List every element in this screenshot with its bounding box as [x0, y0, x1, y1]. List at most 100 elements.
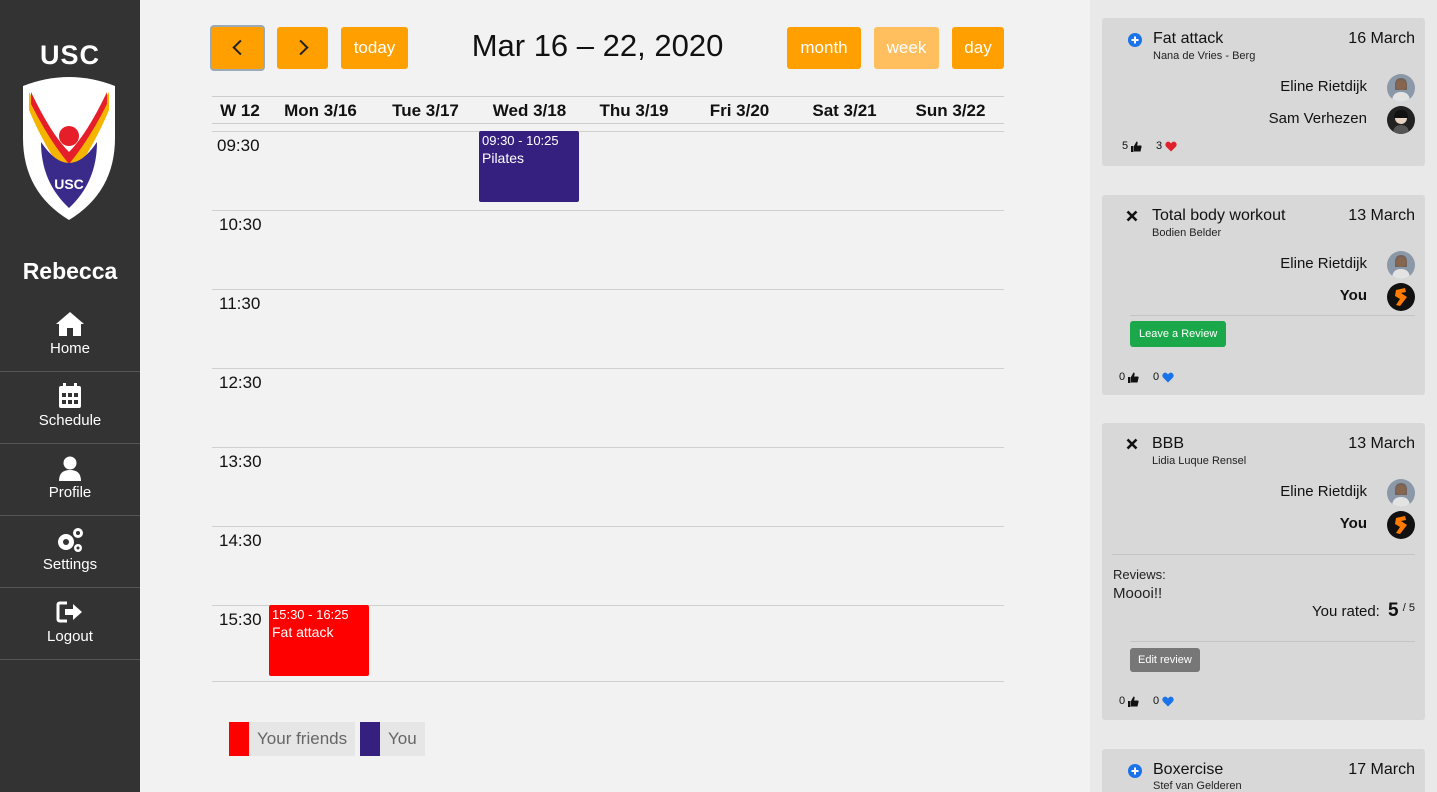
usc-logo: USC — [23, 77, 115, 220]
class-title: Fat attack — [1153, 30, 1224, 47]
feed-card: BBB Lidia Luque Rensel 13 March Eline Ri… — [1102, 423, 1425, 720]
day-header: Thu 3/19 — [599, 101, 669, 120]
week-view-button[interactable]: week — [874, 27, 939, 69]
avatar — [1387, 106, 1415, 134]
close-icon[interactable] — [1126, 210, 1138, 222]
month-view-button[interactable]: month — [787, 27, 861, 69]
like-count-value: 0 — [1119, 695, 1126, 707]
rating-max: / 5 — [1402, 602, 1415, 614]
time-label: 09:30 — [217, 136, 260, 155]
calendar-event-fat-attack[interactable]: 15:30 - 16:25 Fat attack — [269, 605, 369, 676]
close-icon[interactable] — [1126, 438, 1138, 450]
heart-count-value: 3 — [1156, 140, 1163, 152]
participant-name: Eline Rietdijk — [1280, 78, 1367, 95]
plus-circle-icon[interactable] — [1128, 33, 1142, 47]
reviews-label: Reviews: — [1113, 567, 1166, 582]
legend-label-friends: Your friends — [249, 722, 356, 756]
time-label: 13:30 — [219, 452, 262, 471]
class-title: Boxercise — [1153, 761, 1224, 778]
chevron-left-icon — [231, 39, 248, 56]
thumbs-up-icon[interactable] — [1128, 696, 1139, 707]
heart-icon[interactable] — [1165, 141, 1177, 152]
avatar — [1387, 511, 1415, 539]
home-icon — [56, 312, 84, 336]
next-week-button[interactable] — [277, 27, 328, 69]
like-count-value: 5 — [1122, 140, 1129, 152]
day-view-button[interactable]: day — [952, 27, 1004, 69]
logo-text: USC — [54, 176, 84, 192]
heart-count: 0 — [1153, 695, 1174, 707]
like-count-value: 0 — [1119, 371, 1126, 383]
participant-name: Eline Rietdijk — [1280, 255, 1367, 272]
participant-name: You — [1339, 287, 1367, 304]
brand-title: USC — [39, 40, 100, 70]
prev-week-button[interactable] — [210, 25, 265, 71]
thumbs-up-icon[interactable] — [1128, 372, 1139, 383]
class-date: 13 March — [1348, 435, 1415, 452]
grid-line — [212, 447, 1004, 448]
today-button[interactable]: today — [341, 27, 408, 69]
edit-review-button[interactable]: Edit review — [1130, 648, 1200, 672]
avatar — [1387, 251, 1415, 279]
calendar-icon — [59, 383, 81, 408]
week-number: W 12 — [220, 101, 260, 120]
event-time: 15:30 - 16:25 — [272, 607, 349, 622]
plus-circle-icon[interactable] — [1128, 764, 1142, 778]
participant-name: You — [1339, 515, 1367, 532]
feed-card: Fat attack Nana de Vries - Berg 16 March… — [1102, 18, 1425, 166]
sidebar: USC USC Rebecca Home Schedule Profile Se… — [0, 0, 140, 792]
nav-logout[interactable]: Logout — [0, 588, 140, 660]
time-label: 12:30 — [219, 373, 262, 392]
thumbs-up-icon[interactable] — [1131, 141, 1142, 152]
class-date: 17 March — [1348, 761, 1415, 778]
feed-card: Boxercise Stef van Gelderen 17 March — [1102, 749, 1425, 792]
grid-line — [212, 368, 1004, 369]
like-count: 5 — [1122, 140, 1142, 152]
heart-count: 0 — [1153, 371, 1174, 383]
divider — [1130, 641, 1415, 642]
instructor-name: Nana de Vries - Berg — [1153, 50, 1256, 62]
leave-review-button[interactable]: Leave a Review — [1130, 321, 1227, 347]
nav-profile[interactable]: Profile — [0, 444, 140, 516]
rating-value: 5 — [1388, 600, 1399, 621]
instructor-name: Stef van Gelderen — [1153, 780, 1242, 792]
day-header: Sun 3/22 — [915, 101, 986, 120]
day-header: Wed 3/18 — [492, 101, 567, 120]
heart-icon[interactable] — [1162, 372, 1174, 383]
like-count: 0 — [1119, 695, 1139, 707]
divider — [1112, 554, 1415, 555]
instructor-name: Lidia Luque Rensel — [1152, 455, 1247, 467]
instructor-name: Bodien Belder — [1152, 227, 1222, 239]
day-header: Tue 3/17 — [392, 101, 459, 120]
legend-swatch-friends — [229, 722, 249, 756]
heart-count-value: 0 — [1153, 371, 1160, 383]
nav-settings[interactable]: Settings — [0, 516, 140, 588]
like-count: 0 — [1119, 371, 1139, 383]
grid-line — [212, 681, 1004, 682]
nav-profile-label: Profile — [48, 484, 92, 501]
participant-name: Eline Rietdijk — [1280, 483, 1367, 500]
class-title: Total body workout — [1152, 207, 1286, 224]
day-header: Sat 3/21 — [812, 101, 877, 120]
nav-home[interactable]: Home — [0, 300, 140, 372]
heart-icon[interactable] — [1162, 696, 1174, 707]
avatar — [1387, 479, 1415, 507]
event-time: 09:30 - 10:25 — [482, 133, 559, 148]
chevron-right-icon — [292, 39, 309, 56]
time-label: 14:30 — [219, 531, 262, 550]
legend-label-you: You — [380, 722, 425, 756]
avatar — [1387, 283, 1415, 311]
gears-icon — [58, 528, 83, 552]
heart-count-value: 0 — [1153, 695, 1160, 707]
class-date: 13 March — [1348, 207, 1415, 224]
user-icon — [59, 456, 81, 481]
logout-icon — [56, 601, 82, 623]
calendar-title: Mar 16 – 22, 2020 — [471, 28, 724, 63]
nav-logout-label: Logout — [47, 628, 93, 645]
nav-schedule[interactable]: Schedule — [0, 372, 140, 444]
grid-line — [212, 526, 1004, 527]
activity-feed: Fat attack Nana de Vries - Berg 16 March… — [1090, 0, 1437, 792]
nav-settings-label: Settings — [42, 556, 98, 573]
calendar-event-pilates[interactable]: 09:30 - 10:25 Pilates — [479, 131, 579, 202]
time-label: 10:30 — [219, 215, 262, 234]
